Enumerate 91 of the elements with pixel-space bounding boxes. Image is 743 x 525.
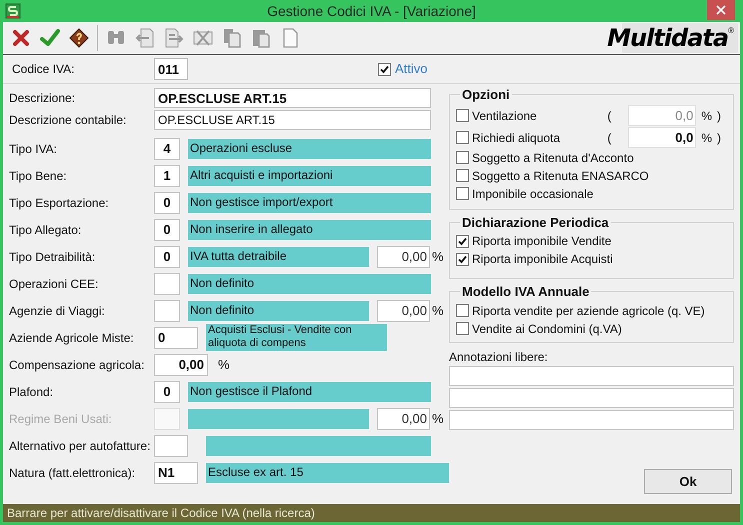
unit-label: % — [432, 302, 444, 320]
ok-button[interactable]: Ok — [644, 469, 732, 494]
code-field[interactable]: 0 — [154, 192, 180, 214]
text-field[interactable]: OP.ESCLUSE ART.15 — [154, 110, 431, 130]
checkbox[interactable] — [456, 131, 469, 144]
code-field[interactable]: 1 — [154, 164, 180, 186]
code-field[interactable]: 0 — [154, 326, 198, 348]
checkbox-label: Riporta imponibile Vendite — [472, 233, 612, 250]
field-label: Compensazione agricola: — [9, 356, 146, 374]
field-label: Plafond: — [9, 384, 54, 400]
description-field[interactable]: OP.ESCLUSE ART.15 — [154, 88, 431, 108]
field-label: Tipo Esportazione: — [9, 194, 110, 212]
unit-label: % — [432, 410, 444, 428]
checkbox-label: Attivo — [395, 60, 428, 78]
description-label: Escluse ex art. 15 — [206, 462, 449, 482]
description-label: Altri acquisti e importazioni — [188, 166, 431, 186]
help-book-icon[interactable] — [67, 26, 91, 50]
field-label: Aziende Agricole Miste: — [9, 330, 135, 346]
code-field[interactable]: N1 — [154, 462, 198, 484]
checkbox[interactable] — [456, 234, 469, 248]
paren-label: ( — [607, 108, 612, 124]
percent-field[interactable]: 0,00 — [377, 300, 430, 322]
code-field[interactable]: 0 — [154, 380, 180, 402]
field-label: Descrizione contabile: — [9, 112, 128, 129]
checkbox[interactable] — [456, 187, 469, 200]
percent-field[interactable]: 0,00 — [154, 354, 208, 376]
description-label: Operazioni escluse — [188, 138, 431, 158]
checkbox[interactable] — [456, 151, 469, 164]
field-label: Codice IVA: — [11, 61, 76, 78]
unit-label: % — [701, 130, 712, 146]
description-label: Non gestisce il Plafond — [188, 382, 431, 402]
logo: Multidata — [607, 23, 728, 53]
checkbox[interactable] — [378, 62, 391, 76]
percent-field: 0,0 — [628, 105, 696, 126]
checkbox-label: Richiedi aliquota — [472, 130, 560, 146]
checkbox-label: Riporta imponibile Acquisti — [472, 251, 613, 268]
description-label: Non inserire in allegato — [188, 220, 431, 240]
code-field[interactable]: 0 — [154, 218, 180, 240]
group-title: Opzioni — [461, 86, 511, 104]
field-label: Regime Beni Usati: — [9, 410, 113, 428]
group-title: Dichiarazione Periodica — [461, 214, 610, 232]
checkbox-label: Vendite ai Condomini (q.VA) — [472, 320, 622, 338]
checkbox-label: Soggetto a Ritenuta d'Acconto — [472, 150, 634, 166]
field-label: Descrizione: — [9, 90, 76, 107]
code-field[interactable]: 0 — [154, 246, 180, 268]
status-bar: Barrare per attivare/disattivare il Codice IVA (nella ricerca) — [3, 504, 740, 522]
checkbox-label: Imponibile occasionale — [472, 186, 594, 202]
checkbox[interactable] — [456, 169, 469, 182]
field-label: Natura (fatt.elettronica): — [9, 464, 136, 482]
field-label: Agenzie di Viaggi: — [9, 302, 106, 320]
checkbox[interactable] — [456, 322, 469, 335]
code-field[interactable]: 011 — [154, 58, 188, 80]
notes-field[interactable] — [449, 388, 734, 408]
notes-field[interactable] — [449, 410, 734, 430]
checkbox-label: Soggetto a Ritenuta ENASARCO — [472, 168, 649, 184]
unit-label: % — [432, 248, 444, 266]
code-field[interactable] — [154, 434, 188, 456]
field-label: Tipo Detraibilità: — [9, 248, 96, 266]
description-label: Non gestisce import/export — [188, 192, 431, 212]
field-label: Tipo Bene: — [9, 168, 68, 184]
checkbox[interactable] — [456, 304, 469, 317]
notes-label: Annotazioni libere: — [449, 348, 549, 366]
field-label: Tipo Allegato: — [9, 222, 82, 238]
registered-mark: ® — [728, 26, 734, 36]
notes-field[interactable] — [449, 366, 734, 386]
description-label: Non definito — [188, 300, 369, 320]
percent-field[interactable]: 0,0 — [628, 127, 696, 148]
field-label: Alternativo per autofatture: — [9, 438, 152, 454]
description-label: Non definito — [188, 274, 431, 294]
close-icon[interactable] — [707, 0, 735, 20]
code-field[interactable]: 4 — [154, 138, 180, 160]
code-field[interactable] — [154, 272, 180, 294]
checkbox[interactable] — [456, 109, 469, 122]
field-label: Operazioni CEE: — [9, 276, 100, 292]
app-icon — [5, 3, 21, 19]
checkbox[interactable] — [456, 252, 469, 266]
group-title: Modello IVA Annuale — [461, 283, 590, 301]
paren-label: ( — [607, 130, 612, 146]
code-field[interactable] — [154, 300, 180, 322]
window-title: Gestione Codici IVA - [Variazione] — [266, 2, 477, 21]
field-label: Tipo IVA: — [9, 140, 58, 158]
checkbox-label: Riporta vendite per aziende agricole (q. VE) — [472, 302, 705, 320]
description-label: IVA tutta detraibile — [188, 246, 369, 266]
unit-label: % — [701, 108, 712, 124]
percent-field[interactable]: 0,00 — [377, 246, 430, 268]
checkbox-label: Ventilazione — [472, 108, 537, 124]
unit-label: % — [218, 356, 230, 374]
code-field — [154, 408, 180, 430]
paren-label: ) — [717, 130, 721, 146]
description-label: Acquisti Esclusi - Vendite con aliquota di compens — [206, 324, 387, 351]
paren-label: ) — [717, 108, 721, 124]
